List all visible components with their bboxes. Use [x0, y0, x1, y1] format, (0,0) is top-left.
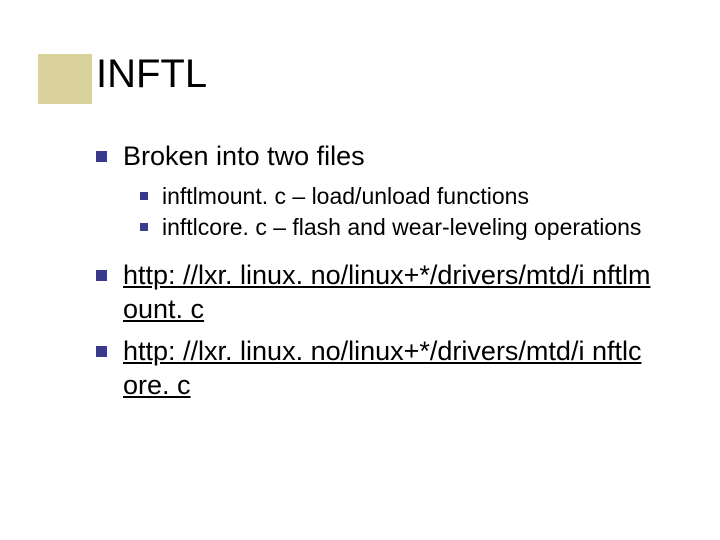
slide-body: Broken into two files inftlmount. c – lo… [96, 140, 656, 410]
list-item: http: //lxr. linux. no/linux+*/drivers/m… [96, 259, 656, 327]
title-accent-box [38, 54, 92, 104]
list-item: Broken into two files [96, 140, 656, 174]
slide: INFTL Broken into two files inftlmount. … [0, 0, 720, 540]
slide-title: INFTL [96, 52, 207, 97]
link-text[interactable]: http: //lxr. linux. no/linux+*/drivers/m… [123, 259, 656, 327]
square-bullet-icon [96, 270, 107, 281]
square-bullet-icon [96, 151, 107, 162]
list-item-text: Broken into two files [123, 140, 365, 174]
list-item-text: inftlmount. c – load/unload functions [162, 182, 529, 211]
link-text[interactable]: http: //lxr. linux. no/linux+*/drivers/m… [123, 335, 656, 403]
sublist: inftlmount. c – load/unload functions in… [140, 182, 656, 242]
list-item: inftlmount. c – load/unload functions [140, 182, 656, 211]
list-item: http: //lxr. linux. no/linux+*/drivers/m… [96, 335, 656, 403]
square-bullet-icon [96, 346, 107, 357]
list-item: inftlcore. c – flash and wear-leveling o… [140, 213, 656, 242]
square-bullet-icon [140, 223, 148, 231]
list-item-text: inftlcore. c – flash and wear-leveling o… [162, 213, 641, 242]
square-bullet-icon [140, 192, 148, 200]
